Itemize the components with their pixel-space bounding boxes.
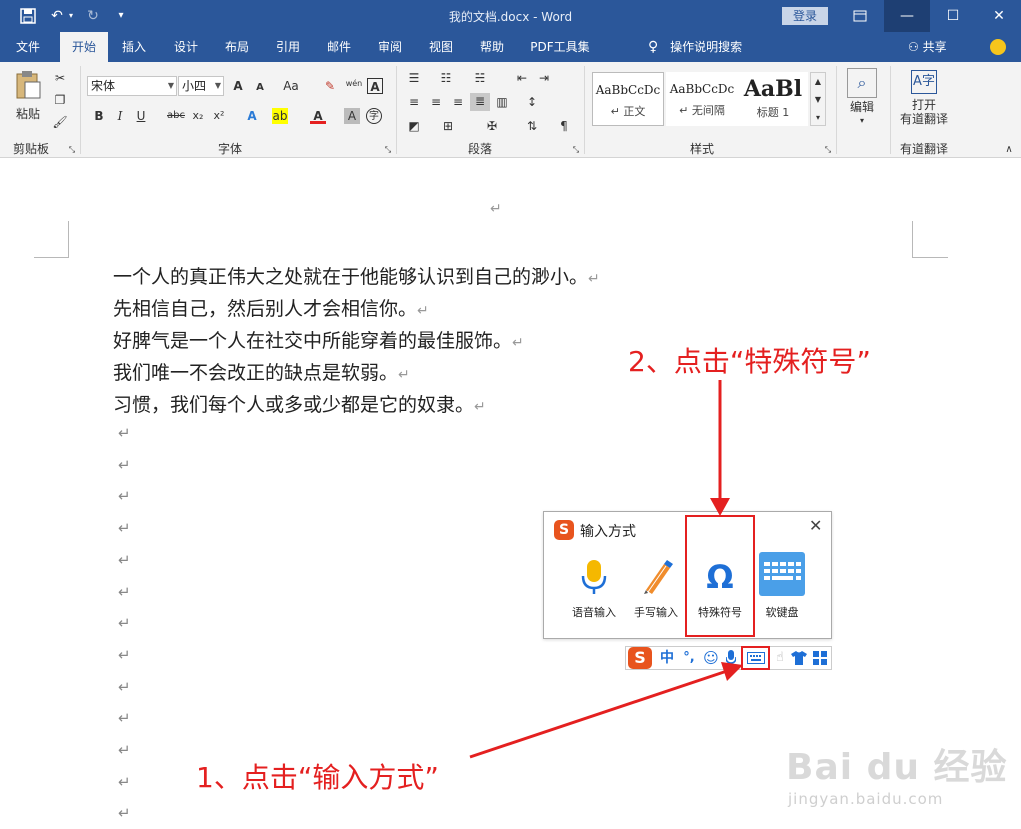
watermark-sub: jingyan.baidu.com bbox=[788, 790, 944, 808]
empty-paragraph-mark: ↵ bbox=[118, 582, 131, 601]
empty-paragraph-mark: ↵ bbox=[118, 645, 131, 664]
empty-paragraph-mark: ↵ bbox=[118, 455, 131, 474]
empty-paragraph-mark: ↵ bbox=[118, 741, 131, 759]
watermark-main: Bai du 经验 bbox=[786, 747, 1008, 788]
empty-paragraph-mark: ↵ bbox=[118, 772, 131, 791]
empty-paragraph-mark: ↵ bbox=[118, 677, 131, 696]
baidu-watermark: Bai du 经验 jingyan.baidu.com bbox=[786, 738, 1011, 818]
empty-paragraph-mark: ↵ bbox=[118, 614, 131, 633]
empty-paragraph-mark: ↵ bbox=[118, 519, 131, 538]
empty-paragraph-mark: ↵ bbox=[118, 709, 131, 728]
annotation-step-1: 1、点击“输入方式” bbox=[196, 761, 439, 794]
annotation-arrows bbox=[469, 380, 743, 759]
empty-paragraph-mark: ↵ bbox=[118, 424, 131, 442]
empty-paragraph-mark: ↵ bbox=[118, 550, 131, 569]
empty-paragraph-mark: ↵ bbox=[118, 487, 131, 506]
empty-paragraph-mark: ↵ bbox=[118, 804, 131, 823]
annotation-step-2: 2、点击“特殊符号” bbox=[628, 345, 871, 378]
